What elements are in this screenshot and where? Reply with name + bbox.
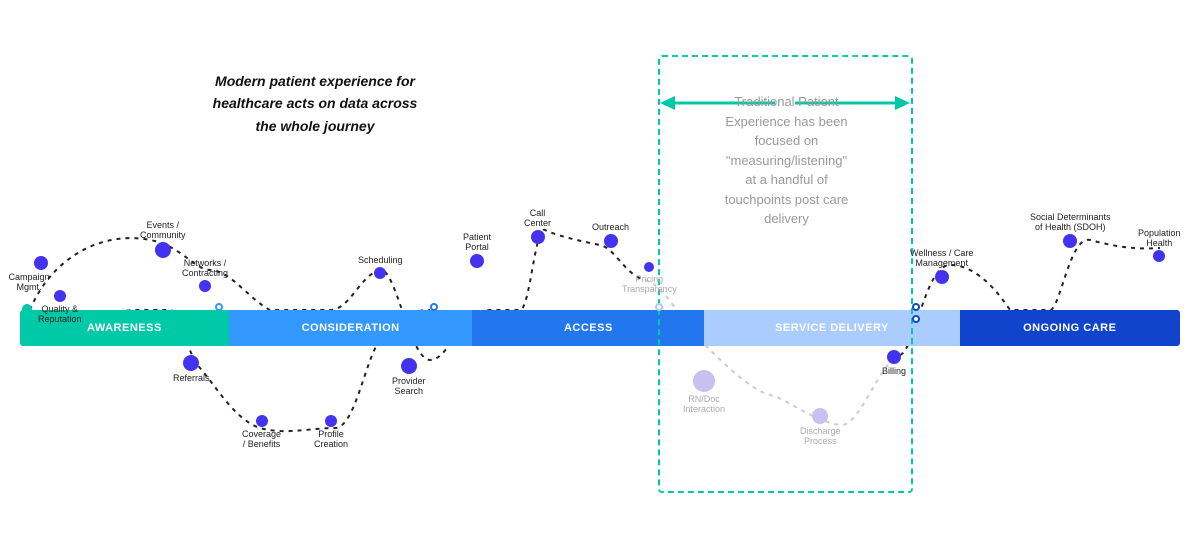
node-billing: Billing <box>882 350 906 376</box>
node-pricing-transparency: PricingTransparency <box>622 262 677 294</box>
node-outreach: Outreach <box>592 222 629 248</box>
node-profile-creation: ProfileCreation <box>314 415 348 449</box>
node-networks-contracting: Networks /Contracting <box>182 258 228 292</box>
node-call-center: CallCenter <box>524 208 551 244</box>
node-campaign-mgmt: CampaignMgmt. <box>22 256 59 292</box>
node-patient-portal: PatientPortal <box>463 232 491 268</box>
node-quality-reputation: Quality &Reputation <box>38 290 82 324</box>
node-awareness-start <box>22 304 32 314</box>
node-sdoh: Social Determinantsof Health (SDOH) <box>1030 212 1111 248</box>
journey-bar: AWARENESS CONSIDERATION ACCESS SERVICE D… <box>20 310 1180 346</box>
node-bar-dot-3 <box>655 303 663 311</box>
main-container: AWARENESS CONSIDERATION ACCESS SERVICE D… <box>0 0 1200 533</box>
segment-ongoing-care: ONGOING CARE <box>960 310 1180 346</box>
node-bar-dot-5 <box>912 315 920 323</box>
node-bar-dot-4 <box>912 303 920 311</box>
node-referrals: Referrals <box>173 355 210 383</box>
node-coverage-benefits: Coverage/ Benefits <box>242 415 281 449</box>
node-bar-dot-1 <box>215 303 223 311</box>
node-population-health: PopulationHealth <box>1138 228 1181 262</box>
node-wellness-care-mgmt: Wellness / CareManagement <box>910 248 973 284</box>
node-events-community: Events /Community <box>140 220 186 258</box>
segment-consideration: CONSIDERATION <box>229 310 473 346</box>
traditional-text-block: Traditional Patient Experience has been … <box>660 62 913 229</box>
modern-text-block: Modern patient experience for healthcare… <box>200 70 430 137</box>
node-bar-dot-2 <box>430 303 438 311</box>
node-rn-doc-interaction: RN/DocInteraction <box>683 370 725 414</box>
node-scheduling: Scheduling <box>358 255 403 279</box>
wave-path-svg <box>0 0 1200 533</box>
node-provider-search: ProviderSearch <box>392 358 426 396</box>
node-discharge-process: DischargeProcess <box>800 408 841 446</box>
